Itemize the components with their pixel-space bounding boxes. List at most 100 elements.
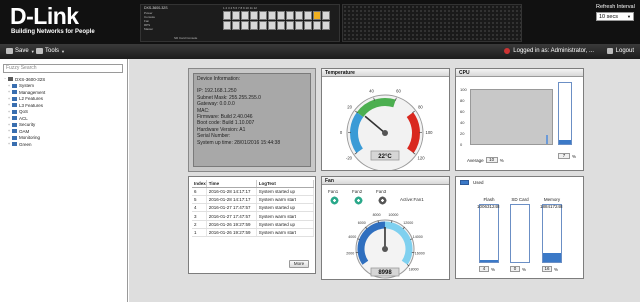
gauge-tick-label: 6000 bbox=[358, 221, 366, 225]
folder-icon bbox=[12, 129, 17, 134]
switch-port[interactable] bbox=[268, 11, 276, 20]
switch-port[interactable] bbox=[223, 21, 231, 30]
switch-port[interactable] bbox=[250, 11, 258, 20]
logged-in-status: Logged in as: Administrator, ... bbox=[504, 48, 594, 54]
save-icon bbox=[6, 48, 13, 54]
port-numbers-top: 1 2 3 4 5 6 7 8 9 10 11 12 bbox=[223, 6, 257, 10]
log-text: System started up bbox=[256, 187, 315, 196]
fan-title: Fan bbox=[322, 177, 449, 185]
cpu-current: 7 % bbox=[558, 153, 576, 159]
switch-port[interactable] bbox=[295, 21, 303, 30]
gauge-tick-label: 4000 bbox=[348, 235, 356, 239]
active-fan-label: Active:Fan1 bbox=[400, 197, 424, 202]
cpu-history-chart: 100 80 60 40 20 0 Average 10 % bbox=[460, 82, 553, 163]
switch-port[interactable] bbox=[304, 11, 312, 20]
sidebar-item-label: L2 Features bbox=[19, 96, 44, 102]
log-header-logtext: LogText bbox=[256, 180, 315, 188]
more-button[interactable]: More bbox=[289, 260, 309, 268]
log-text: System started up bbox=[256, 220, 315, 230]
storage-percent: 16 % bbox=[542, 266, 558, 272]
switch-port[interactable] bbox=[304, 21, 312, 30]
folder-icon bbox=[12, 83, 17, 88]
logged-in-text: Logged in as: Administrator, ... bbox=[513, 48, 594, 54]
fan3-label: Fan3 bbox=[376, 189, 387, 194]
storage-bar bbox=[510, 204, 530, 263]
gauge-tick-label: -20 bbox=[346, 156, 353, 161]
storage-panel: Used Flash 100631248 4 % SD Card 0 % Mem… bbox=[455, 176, 584, 279]
gauge-tick-label: 10000 bbox=[388, 213, 398, 217]
switch-port[interactable] bbox=[232, 11, 240, 20]
folder-icon bbox=[12, 122, 17, 127]
cpu-ytick: 0 bbox=[460, 142, 463, 147]
console-label: SD Card Console bbox=[174, 36, 198, 40]
percent-label: % bbox=[491, 266, 496, 272]
temperature-gauge: -20 0 20 40 60 80 100 120 22°C bbox=[340, 89, 433, 172]
cpu-ytick: 60 bbox=[460, 109, 465, 114]
refresh-interval-select[interactable]: 10 secs ▼ bbox=[596, 12, 634, 21]
save-label: Save bbox=[15, 48, 29, 54]
switch-port[interactable] bbox=[250, 21, 258, 30]
cpu-plot-area bbox=[470, 89, 553, 145]
tree-root-label: DXS-3600-32S bbox=[15, 76, 46, 82]
switch-port[interactable] bbox=[313, 21, 321, 30]
gauge-tick-label: 100 bbox=[425, 130, 433, 135]
fan-speed-gauge: 2000 4000 6000 8000 10000 12000 14000 16000 1800… bbox=[346, 213, 425, 279]
logout-button[interactable]: Logout bbox=[606, 48, 634, 54]
switch-port[interactable] bbox=[322, 21, 330, 30]
fan-panel: Fan Fan1 Fan2 Fan3 Active:Fan1 2000 4000 6… bbox=[321, 176, 450, 280]
save-menu[interactable]: Save ▼ bbox=[6, 48, 35, 54]
gauge-tick-label: 2000 bbox=[346, 252, 354, 256]
switch-port[interactable] bbox=[241, 21, 249, 30]
gauge-tick-label: 40 bbox=[369, 89, 374, 94]
folder-icon bbox=[12, 103, 17, 108]
cpu-ytick: 20 bbox=[460, 131, 465, 136]
led-labels: Power Console Fan RPS Master bbox=[144, 11, 155, 31]
storage-name: Memory bbox=[543, 197, 561, 202]
gauge-tick-label: 60 bbox=[396, 89, 401, 94]
fuzzy-search-input[interactable]: Fuzzy Search bbox=[3, 64, 123, 73]
folder-icon bbox=[12, 135, 17, 140]
switch-port[interactable] bbox=[277, 21, 285, 30]
log-text: System started up bbox=[256, 203, 315, 213]
switch-port[interactable] bbox=[259, 21, 267, 30]
switch-port[interactable] bbox=[295, 11, 303, 20]
switch-port[interactable] bbox=[286, 11, 294, 20]
folder-icon bbox=[12, 90, 17, 95]
cpu-current-bar bbox=[558, 82, 572, 145]
log-header-time: Time bbox=[206, 180, 257, 188]
switch-port[interactable] bbox=[322, 11, 330, 20]
storage-bar bbox=[479, 204, 499, 263]
fan-readout: 8998 bbox=[378, 270, 392, 276]
sidebar-item-green[interactable]: + Green bbox=[4, 141, 45, 148]
sidebar-item-label: ACL bbox=[19, 115, 28, 121]
switch-port[interactable] bbox=[223, 11, 231, 20]
storage-sd-card: SD Card 0 % bbox=[508, 197, 532, 277]
switch-port[interactable] bbox=[277, 11, 285, 20]
switch-port[interactable] bbox=[286, 21, 294, 30]
table-row: 2 2016-01-26 19:27:59 System started up bbox=[192, 220, 315, 230]
switch-port[interactable] bbox=[232, 21, 240, 30]
gauge-tick-label: 18000 bbox=[409, 267, 419, 271]
switch-port[interactable] bbox=[259, 11, 267, 20]
switch-port[interactable] bbox=[268, 21, 276, 30]
cpu-ytick: 80 bbox=[460, 98, 465, 103]
port-grid bbox=[223, 11, 330, 30]
switch-port[interactable] bbox=[313, 11, 321, 20]
sidebar-item-label: QoS bbox=[19, 109, 29, 115]
log-time: 2016-01-28 14:17:17 bbox=[206, 195, 257, 205]
switch-port[interactable] bbox=[241, 11, 249, 20]
gauge-tick-label: 80 bbox=[418, 104, 423, 109]
storage-percent-value: 4 bbox=[479, 266, 489, 272]
led-label: Master bbox=[144, 27, 154, 31]
log-text: System warm start bbox=[256, 228, 315, 238]
table-row: 5 2016-01-28 14:17:17 System warm start bbox=[192, 195, 315, 205]
sidebar-item-label: Green bbox=[19, 141, 32, 147]
percent-label: % bbox=[572, 153, 577, 159]
temperature-readout: 22°C bbox=[378, 154, 392, 160]
table-row: 6 2016-01-28 14:17:17 System started up bbox=[192, 187, 315, 196]
tagline: Building Networks for People bbox=[11, 29, 95, 35]
log-time: 2016-01-26 19:27:59 bbox=[206, 228, 257, 238]
log-text: System warm start bbox=[256, 195, 315, 205]
cpu-ytick: 100 bbox=[460, 87, 467, 92]
tools-menu[interactable]: Tools ▼ bbox=[36, 48, 65, 54]
